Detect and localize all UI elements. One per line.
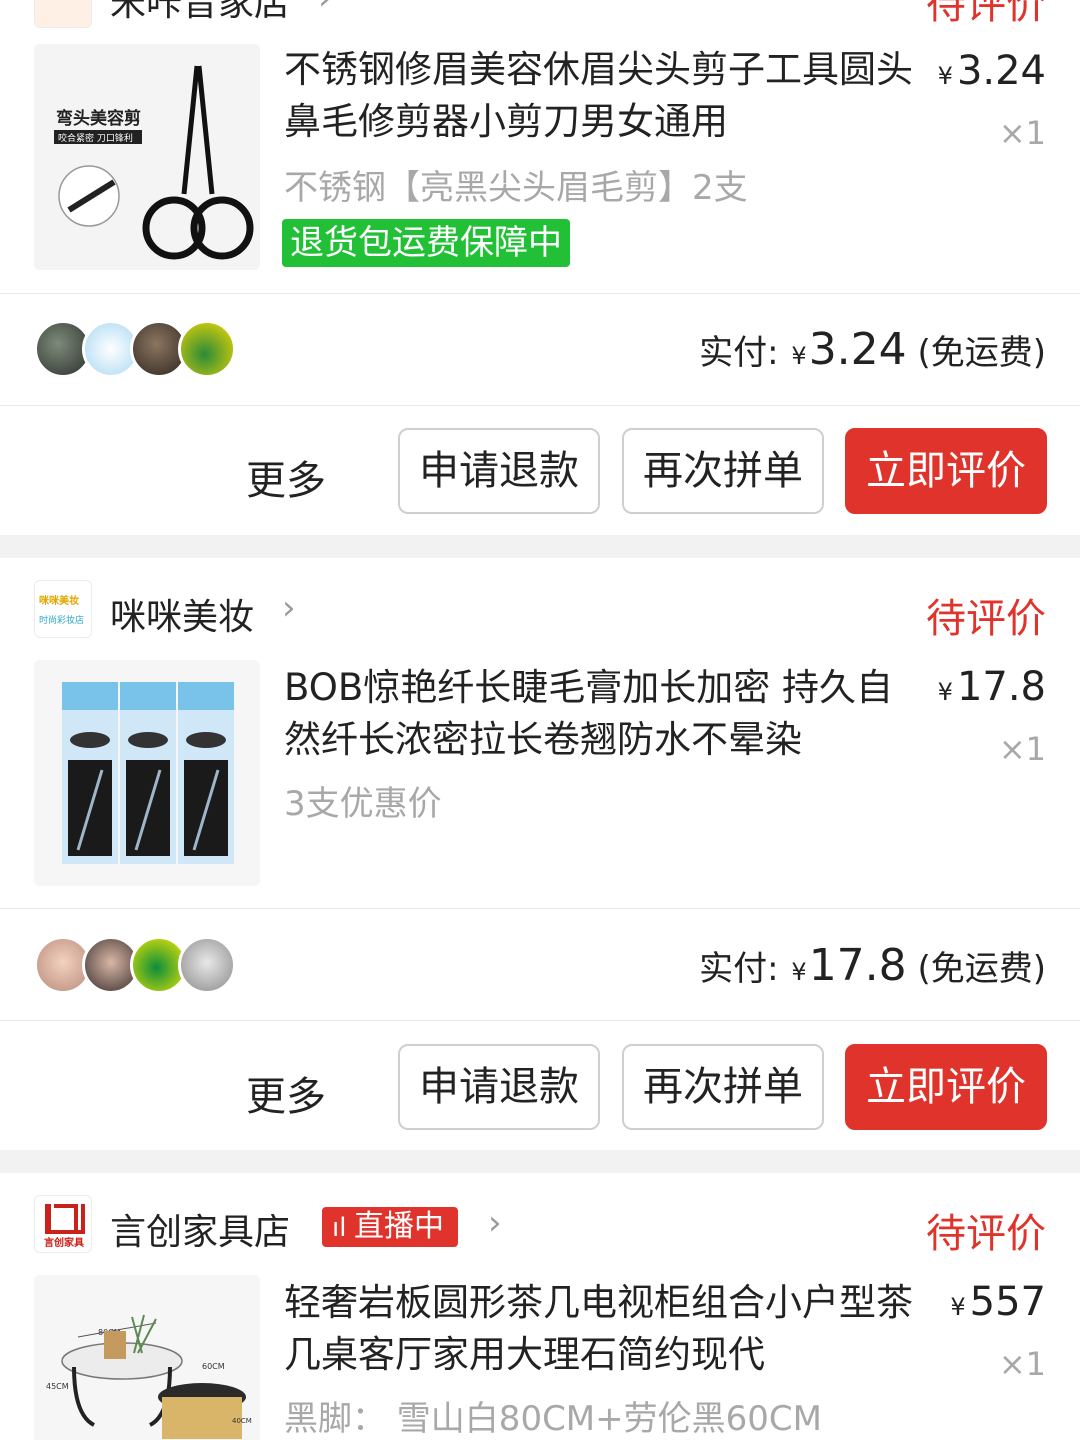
product-qty: ×1 [998,1345,1046,1383]
coffee-table-image: 80CM 45CM 60CM 40CM [34,1275,260,1440]
chevron-right-icon: › [318,0,332,18]
paid-amount: 实付: ¥3.24 (免运费) [699,324,1046,375]
avatar [178,936,236,994]
shop-logo-text: 咪咪美妆 [39,596,79,607]
chevron-right-icon: › [488,1203,502,1243]
review-button[interactable]: 立即评价 [845,428,1047,514]
shop-header[interactable]: 咪咪美妆 时尚彩妆店 咪咪美妆 › 待评价 [0,558,1080,648]
product-title[interactable]: BOB惊艳纤长睫毛膏加长加密 持久自然纤长浓密拉长卷翘防水不晕染 [284,662,904,766]
shop-name[interactable]: 咪咪美妆 [110,588,254,640]
chevron-right-icon: › [282,588,296,628]
product-spec: 黑脚： 雪山白80CM+劳伦黑60CM [284,1399,822,1439]
product-thumbnail[interactable]: 弯头美容剪 咬合紧密 刀口锋利 [34,44,260,270]
shop-logo: 咪咪美妆 时尚彩妆店 [34,580,92,638]
mascara-image [34,660,260,886]
refund-button[interactable]: 申请退款 [398,1044,600,1130]
shop-logo-subtext: 时尚彩妆店 [39,616,85,626]
shipping-guarantee-badge: 退货包运费保障中 [282,219,570,267]
product-spec: 不锈钢【亮黑尖头眉毛剪】2支 [284,168,748,208]
dimension-label: 60CM [202,1362,225,1371]
product-thumbnail[interactable] [34,660,260,886]
product-price: ¥3.24 [937,48,1046,94]
thumb-caption: 弯头美容剪 [56,108,141,129]
scissors-image: 弯头美容剪 咬合紧密 刀口锋利 [34,44,260,270]
regroup-button[interactable]: 再次拼单 [622,428,824,514]
order-card-2: 咪咪美妆 时尚彩妆店 咪咪美妆 › 待评价 BOB惊艳纤长睫毛膏加长加密 持久自… [0,558,1080,1150]
live-icon: ıl [332,1213,347,1243]
avatar [178,320,236,378]
order-card-3: 言创家具 言创家具店 ıl直播中 › 待评价 80CM 45CM 60CM 40… [0,1173,1080,1440]
dimension-label: 45CM [46,1382,69,1391]
divider [0,1020,1080,1021]
order-status: 待评价 [926,596,1046,642]
paid-amount: 实付: ¥17.8 (免运费) [699,940,1046,991]
order-card-1: 米咔音家店 › 待评价 弯头美容剪 咬合紧密 刀口锋利 不锈钢修眉美容休眉尖头剪… [0,0,1080,535]
dimension-label: 40CM [232,1417,252,1425]
regroup-button[interactable]: 再次拼单 [622,1044,824,1130]
group-avatars[interactable] [34,320,236,378]
refund-button[interactable]: 申请退款 [398,428,600,514]
divider [0,293,1080,294]
shop-name[interactable]: 言创家具店 [110,1203,290,1255]
product-title[interactable]: 不锈钢修眉美容休眉尖头剪子工具圆头鼻毛修剪器小剪刀男女通用 [284,44,924,148]
product-spec: 3支优惠价 [284,784,442,824]
shop-logo-mark: 言创家具 [44,1204,85,1249]
product-title[interactable]: 轻奢岩板圆形茶几电视柜组合小户型茶几桌客厅家用大理石简约现代 [284,1277,924,1381]
more-button[interactable]: 更多 [246,448,326,506]
divider [0,908,1080,909]
order-status: 待评价 [926,0,1046,28]
shop-logo [34,0,92,28]
shop-name[interactable]: 米咔音家店 [110,0,290,26]
more-button[interactable]: 更多 [246,1064,326,1122]
live-badge[interactable]: ıl 直播中 [322,1207,458,1247]
group-avatars[interactable] [34,936,236,994]
divider [0,405,1080,406]
shop-logo: 言创家具 [34,1195,92,1253]
shop-logo-text: 言创家具 [44,1236,84,1249]
shop-header[interactable]: 言创家具 言创家具店 ıl 直播中 › 待评价 [0,1173,1080,1263]
product-qty: ×1 [998,114,1046,152]
shop-header[interactable]: 米咔音家店 › 待评价 [0,0,1080,40]
product-price: ¥557 [950,1279,1046,1325]
review-button[interactable]: 立即评价 [845,1044,1047,1130]
thumb-subcaption: 咬合紧密 刀口锋利 [58,132,133,144]
product-price: ¥17.8 [937,664,1046,710]
product-qty: ×1 [998,730,1046,768]
order-status: 待评价 [926,1211,1046,1257]
product-thumbnail[interactable]: 80CM 45CM 60CM 40CM [34,1275,260,1440]
